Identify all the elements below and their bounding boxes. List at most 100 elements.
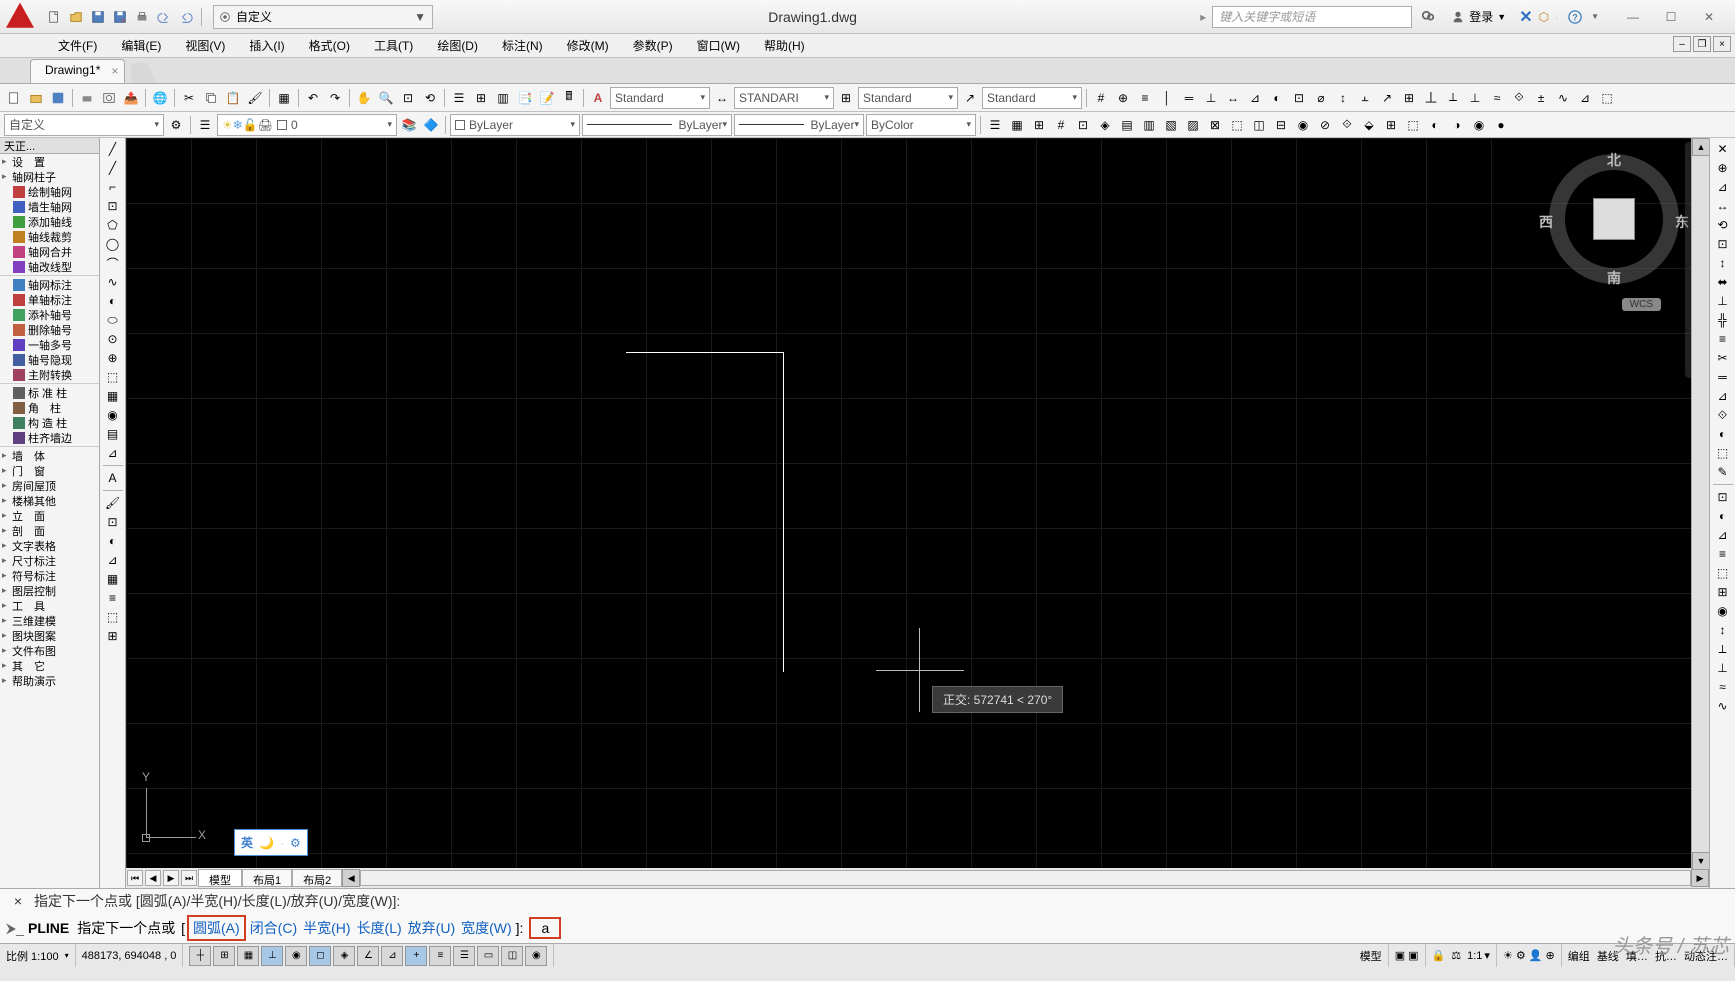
exchange-icon[interactable]: ✕ — [1519, 7, 1532, 27]
dim-style-icon[interactable]: ↔ — [712, 88, 732, 108]
draw-tool-8[interactable]: ◐ — [102, 292, 124, 310]
command-input[interactable]: a — [529, 917, 561, 939]
tree-item[interactable]: 标 准 柱 — [0, 385, 99, 400]
tree-item[interactable]: 添补轴号 — [0, 307, 99, 322]
draw-tool-10[interactable]: ⊙ — [102, 330, 124, 348]
layer-tool-9[interactable]: ▨ — [1183, 115, 1203, 135]
tree-item[interactable]: 轴网合并 — [0, 244, 99, 259]
markup-icon[interactable]: 📝 — [537, 88, 557, 108]
tree-item[interactable]: ▸墙 体 — [0, 448, 99, 463]
tree-item[interactable]: 一轴多号 — [0, 337, 99, 352]
snap-icon[interactable]: ⊞ — [213, 946, 235, 966]
grid-icon[interactable]: ▦ — [237, 946, 259, 966]
chevron-icon[interactable]: ▸ — [1200, 10, 1206, 24]
tree-item[interactable]: 绘制轴网 — [0, 184, 99, 199]
dim-tool-12[interactable]: ⫠ — [1355, 88, 1375, 108]
dim-tool-17[interactable]: ⊥ — [1465, 88, 1485, 108]
modify-tool-b5[interactable]: ⊞ — [1712, 583, 1734, 601]
layer-tool-23[interactable]: ● — [1491, 115, 1511, 135]
layer-tool-19[interactable]: ⬚ — [1403, 115, 1423, 135]
modify-tool-2[interactable]: ⊿ — [1712, 178, 1734, 196]
open-icon[interactable] — [26, 88, 46, 108]
modify-tool-7[interactable]: ⬌ — [1712, 273, 1734, 291]
dim-tool-7[interactable]: ⊿ — [1245, 88, 1265, 108]
pan-icon[interactable]: ✋ — [354, 88, 374, 108]
next-layout-icon[interactable]: ▶ — [163, 870, 179, 886]
layer-tool-20[interactable]: ◐ — [1425, 115, 1445, 135]
horizontal-scrollbar[interactable] — [360, 870, 1691, 886]
sc-icon[interactable]: ◫ — [501, 946, 523, 966]
cmd-option-width[interactable]: 宽度(W) — [459, 918, 514, 938]
gear-icon[interactable]: ⚙ — [166, 115, 186, 135]
layer-tool-4[interactable]: ⊡ — [1073, 115, 1093, 135]
modify-tool-15[interactable]: ◐ — [1712, 425, 1734, 443]
annotation-scale[interactable]: 🔒 ⚖1:1▾ — [1426, 944, 1497, 967]
layer-tool-2[interactable]: ⊞ — [1029, 115, 1049, 135]
zoom-win-icon[interactable]: ⊡ — [398, 88, 418, 108]
annotation-tools[interactable]: ☀ ⚙ 👤 ⊕ — [1497, 944, 1562, 967]
minimize-button[interactable]: — — [1615, 5, 1651, 29]
modify-tool-16[interactable]: ⬚ — [1712, 444, 1734, 462]
color-dropdown[interactable]: ByLayer▾ — [450, 114, 580, 136]
tree-item[interactable]: ▸剖 面 — [0, 523, 99, 538]
draw-tool-b2[interactable]: ◐ — [102, 532, 124, 550]
dim-tool-18[interactable]: ≈ — [1487, 88, 1507, 108]
modify-tool-1[interactable]: ⊕ — [1712, 159, 1734, 177]
tree-item[interactable]: ▸图块图案 — [0, 628, 99, 643]
tree-item[interactable]: 墙生轴网 — [0, 199, 99, 214]
text-style-dropdown[interactable]: Standard▾ — [610, 87, 710, 109]
designcenter-icon[interactable]: ⊞ — [471, 88, 491, 108]
tree-item[interactable]: ▸帮助演示 — [0, 673, 99, 688]
polar-icon[interactable]: ◉ — [285, 946, 307, 966]
modify-tool-b9[interactable]: ⊥ — [1712, 659, 1734, 677]
close-tab-icon[interactable]: × — [111, 64, 118, 78]
tree-item[interactable]: ▸三维建模 — [0, 613, 99, 628]
cut-icon[interactable]: ✂ — [179, 88, 199, 108]
tool-palette-icon[interactable]: ▥ — [493, 88, 513, 108]
tree-item[interactable]: ▸门 窗 — [0, 463, 99, 478]
dyn-icon[interactable]: + — [405, 946, 427, 966]
modify-tool-5[interactable]: ⊡ — [1712, 235, 1734, 253]
tree-item[interactable]: ▸文字表格 — [0, 538, 99, 553]
tree-item[interactable]: 轴网标注 — [0, 277, 99, 292]
modify-tool-b3[interactable]: ≡ — [1712, 545, 1734, 563]
undo-icon[interactable] — [154, 7, 174, 27]
layer-tool-18[interactable]: ⊞ — [1381, 115, 1401, 135]
tree-item[interactable]: ▸符号标注 — [0, 568, 99, 583]
menu-item[interactable]: 编辑(E) — [109, 34, 173, 57]
redo-icon[interactable]: ↷ — [325, 88, 345, 108]
tree-item[interactable]: ▸立 面 — [0, 508, 99, 523]
modify-tool-4[interactable]: ⟲ — [1712, 216, 1734, 234]
infer-icon[interactable]: ┼ — [189, 946, 211, 966]
draw-tool-3[interactable]: ⊡ — [102, 197, 124, 215]
layer-tool-16[interactable]: ⟐ — [1337, 115, 1357, 135]
zoom-prev-icon[interactable]: ⟲ — [420, 88, 440, 108]
maximize-button[interactable]: ☐ — [1653, 5, 1689, 29]
block-icon[interactable]: ▦ — [274, 88, 294, 108]
tree-item[interactable]: ▸尺寸标注 — [0, 553, 99, 568]
draw-tool-6[interactable]: ⌒ — [102, 254, 124, 272]
last-layout-icon[interactable]: ⏭ — [181, 870, 197, 886]
dim-tool-14[interactable]: ⊞ — [1399, 88, 1419, 108]
draw-tool-2[interactable]: ⌐ — [102, 178, 124, 196]
vertical-scrollbar[interactable]: ▲ ▼ — [1691, 138, 1709, 870]
ime-indicator[interactable]: 英 🌙 · ⚙ — [234, 829, 308, 856]
layer-tool-17[interactable]: ⬙ — [1359, 115, 1379, 135]
mdi-restore-icon[interactable]: ❐ — [1693, 36, 1711, 52]
tree-item[interactable]: ▸其 它 — [0, 658, 99, 673]
dim-style-dropdown[interactable]: STANDARI▾ — [734, 87, 834, 109]
dim-tool-15[interactable]: 丄 — [1421, 88, 1441, 108]
text-style-icon[interactable]: A — [588, 88, 608, 108]
draw-tool-b5[interactable]: ≡ — [102, 589, 124, 607]
dim-tool-10[interactable]: ⌀ — [1311, 88, 1331, 108]
draw-tool-b4[interactable]: ▦ — [102, 570, 124, 588]
dim-tool-2[interactable]: ≡ — [1135, 88, 1155, 108]
undo-icon[interactable]: ↶ — [303, 88, 323, 108]
dim-tool-11[interactable]: ↕ — [1333, 88, 1353, 108]
new-icon[interactable] — [4, 88, 24, 108]
layer-tool-3[interactable]: # — [1051, 115, 1071, 135]
scroll-right-icon[interactable]: ▶ — [1691, 869, 1709, 887]
draw-tool-b3[interactable]: ⊿ — [102, 551, 124, 569]
table-style-icon[interactable]: ⊞ — [836, 88, 856, 108]
draw-tool-1[interactable]: ╱ — [102, 159, 124, 177]
